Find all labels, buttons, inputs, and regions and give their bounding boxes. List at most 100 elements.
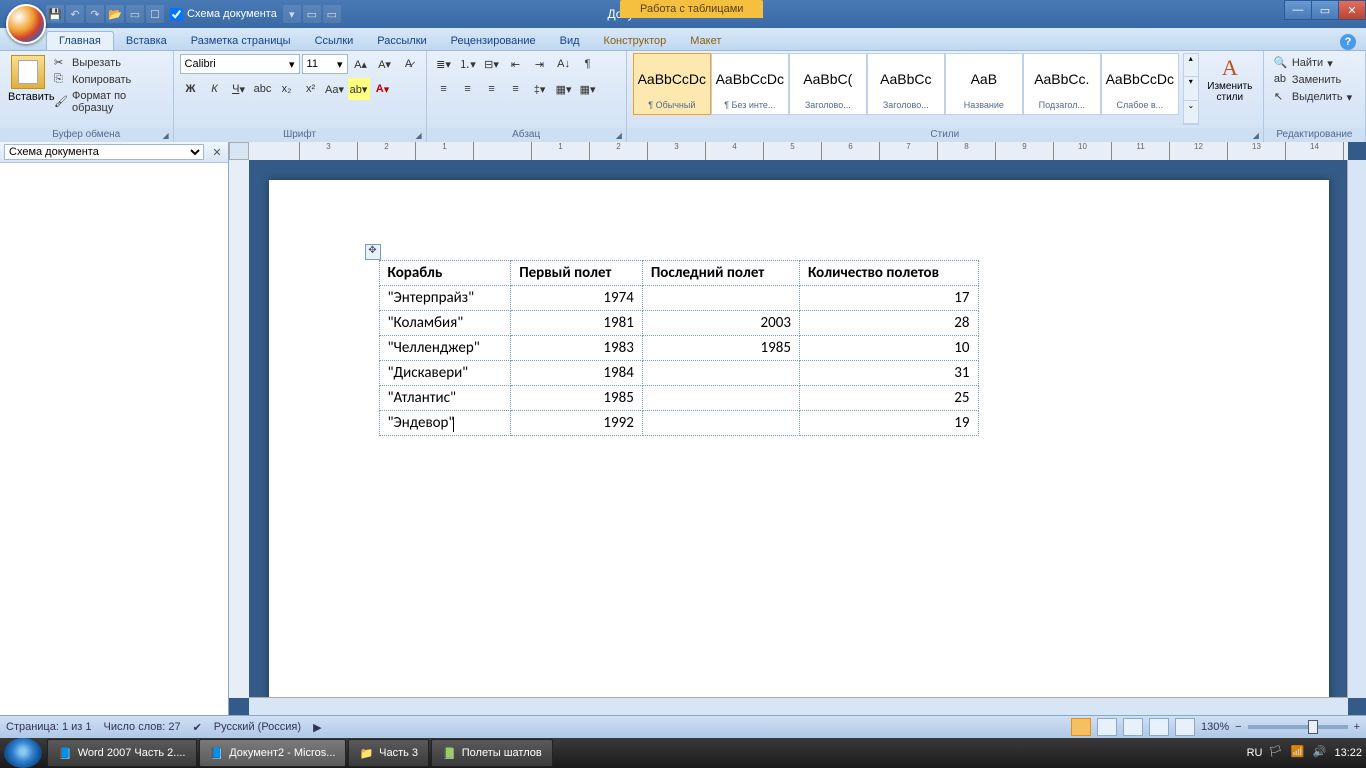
style-item[interactable]: AaBbCcDc¶ Без инте... [711,53,789,115]
status-words[interactable]: Число слов: 27 [104,721,181,733]
font-size-combo[interactable]: 11▾ [302,54,348,74]
qat-save-icon[interactable]: 💾 [46,5,64,23]
tray-volume-icon[interactable]: 🔊 [1312,745,1328,761]
align-left-button[interactable]: ≡ [433,78,455,100]
table-cell[interactable]: 1985 [511,386,643,411]
office-button[interactable] [6,4,46,44]
view-print-layout-button[interactable] [1071,718,1091,736]
vertical-ruler[interactable] [229,160,250,698]
table-cell[interactable]: 17 [799,286,978,311]
bullets-button[interactable]: ≣▾ [433,53,455,75]
view-web-button[interactable] [1123,718,1143,736]
table-cell[interactable]: 1984 [511,361,643,386]
line-spacing-button[interactable]: ‡▾ [529,78,551,100]
document-table[interactable]: КорабльПервый полетПоследний полетКоличе… [379,260,979,436]
taskbar-item[interactable]: 📘Документ2 - Micros... [199,739,347,767]
taskbar-item[interactable]: 📗Полеты шатлов [431,739,553,767]
shading-button[interactable]: ▦▾ [553,78,575,100]
sort-button[interactable]: A↓ [553,53,575,75]
grow-font-button[interactable]: A▴ [350,53,372,75]
tab-page-layout[interactable]: Разметка страницы [179,32,303,50]
align-right-button[interactable]: ≡ [481,78,503,100]
tab-review[interactable]: Рецензирование [439,32,548,50]
tab-mailings[interactable]: Рассылки [365,32,438,50]
page[interactable]: ✥ КорабльПервый полетПоследний полетКоли… [269,180,1329,698]
view-outline-button[interactable] [1149,718,1169,736]
table-header[interactable]: Последний полет [642,261,799,286]
status-proofing-icon[interactable]: ✔ [193,721,202,734]
styles-launcher-icon[interactable]: ◢ [1251,131,1261,141]
align-center-button[interactable]: ≡ [457,78,479,100]
select-button[interactable]: ↖Выделить ▾ [1270,89,1359,105]
zoom-out-button[interactable]: − [1235,721,1241,733]
table-cell[interactable]: 2003 [642,311,799,336]
style-item[interactable]: AaBbCc.Подзагол... [1023,53,1101,115]
format-painter-button[interactable]: 🖌Формат по образцу [50,89,167,115]
table-cell[interactable]: 1985 [642,336,799,361]
table-move-handle-icon[interactable]: ✥ [365,244,381,260]
qat-extra2-icon[interactable]: ▭ [323,5,341,23]
table-cell[interactable]: "Челленджер" [379,336,511,361]
horizontal-scrollbar[interactable] [249,697,1348,716]
status-page[interactable]: Страница: 1 из 1 [6,721,92,733]
table-row[interactable]: "Коламбия"1981200328 [379,311,978,336]
multilevel-button[interactable]: ⊟▾ [481,53,503,75]
table-cell[interactable]: 1992 [511,411,643,436]
tray-lang[interactable]: RU [1247,747,1263,759]
clear-format-button[interactable]: A̷ [398,53,420,75]
qat-redo-icon[interactable]: ↷ [86,5,104,23]
paragraph-launcher-icon[interactable]: ◢ [614,131,624,141]
status-zoom[interactable]: 130% [1201,721,1229,733]
style-item[interactable]: AaBНазвание [945,53,1023,115]
font-launcher-icon[interactable]: ◢ [414,131,424,141]
font-name-combo[interactable]: Calibri▾ [180,54,300,74]
show-marks-button[interactable]: ¶ [577,53,599,75]
find-button[interactable]: 🔍Найти ▾ [1270,55,1359,71]
view-draft-button[interactable] [1175,718,1195,736]
change-styles-button[interactable]: A Изменить стили [1203,53,1257,125]
strike-button[interactable]: abc [252,78,274,100]
zoom-in-button[interactable]: + [1354,721,1360,733]
tray-clock[interactable]: 13:22 [1334,747,1362,759]
replace-button[interactable]: abЗаменить [1270,72,1359,88]
table-cell[interactable] [642,361,799,386]
qat-docmap-checkbox[interactable] [170,8,183,21]
shrink-font-button[interactable]: A▾ [374,53,396,75]
underline-button[interactable]: Ч▾ [228,78,250,100]
copy-button[interactable]: ⎘Копировать [50,72,167,88]
table-cell[interactable] [642,286,799,311]
styles-gallery[interactable]: AaBbCcDc¶ ОбычныйAaBbCcDc¶ Без инте...Aa… [633,53,1179,115]
style-item[interactable]: AaBbCcDcСлабое в... [1101,53,1179,115]
table-header[interactable]: Первый полет [511,261,643,286]
start-button[interactable] [4,738,42,768]
maximize-button[interactable]: ▭ [1311,0,1339,20]
taskbar-item[interactable]: 📁Часть 3 [348,739,429,767]
table-header[interactable]: Корабль [379,261,511,286]
view-fullscreen-button[interactable] [1097,718,1117,736]
justify-button[interactable]: ≡ [505,78,527,100]
qat-more-icon[interactable]: ▾ [283,5,301,23]
table-cell[interactable]: 1983 [511,336,643,361]
tab-insert[interactable]: Вставка [114,32,179,50]
close-button[interactable]: ✕ [1338,0,1366,20]
table-cell[interactable]: 1974 [511,286,643,311]
table-cell[interactable]: 28 [799,311,978,336]
clipboard-launcher-icon[interactable]: ◢ [161,131,171,141]
style-item[interactable]: AaBbCcDc¶ Обычный [633,53,711,115]
italic-button[interactable]: К [204,78,226,100]
table-cell[interactable]: 10 [799,336,978,361]
table-cell[interactable]: 25 [799,386,978,411]
qat-docmap-toggle[interactable]: Схема документа [166,8,281,21]
table-row[interactable]: "Эндевор"1992 19 [379,411,978,436]
table-cell[interactable]: 19 [799,411,978,436]
document-map-select[interactable]: Схема документа [4,144,204,160]
table-cell[interactable]: "Эндевор" [379,411,511,436]
style-item[interactable]: AaBbCcЗаголово... [867,53,945,115]
qat-undo-icon[interactable]: ↶ [66,5,84,23]
zoom-thumb[interactable] [1308,720,1318,734]
table-cell[interactable]: 31 [799,361,978,386]
style-item[interactable]: AaBbC(Заголово... [789,53,867,115]
subscript-button[interactable]: x₂ [276,78,298,100]
numbering-button[interactable]: ⒈▾ [457,53,479,75]
indent-button[interactable]: ⇥ [529,53,551,75]
